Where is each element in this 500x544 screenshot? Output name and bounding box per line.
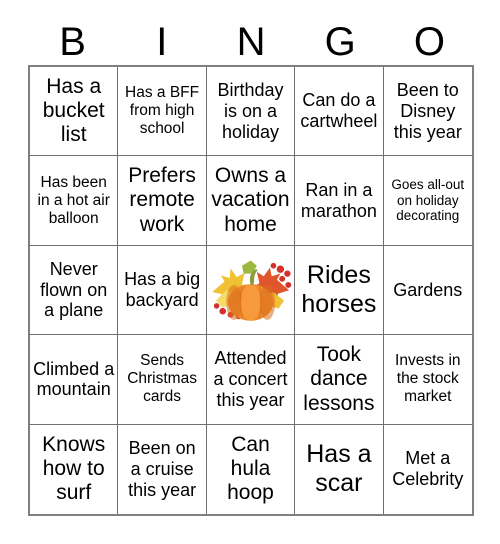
bingo-cell[interactable]: Sends Christmas cards	[118, 335, 207, 425]
bingo-cell-label: Owns a vacation home	[211, 164, 290, 236]
bingo-cell[interactable]: Owns a vacation home	[206, 156, 296, 246]
bingo-cell[interactable]: Can hula hoop	[206, 424, 296, 514]
bingo-cell[interactable]: Has a BFF from high school	[118, 67, 207, 157]
bingo-card: B I N G O Has a bucket list Has a BFF fro…	[0, 0, 500, 544]
autumn-pumpkin-icon	[212, 260, 292, 321]
bingo-cell[interactable]: Birthday is on a holiday	[206, 67, 296, 157]
bingo-cell-label: Goes all-out on holiday decorating	[391, 177, 465, 224]
bingo-cell-label: Has a bucket list	[42, 74, 105, 147]
header-letter-g: G	[324, 19, 356, 64]
header-letter-i: I	[156, 19, 168, 64]
bingo-cell[interactable]: Took dance lessons	[295, 335, 384, 425]
bingo-cell-label: Knows how to surf	[42, 432, 106, 505]
bingo-cell-label: Has a big backyard	[124, 269, 201, 310]
bingo-cell-label: Met a Celebrity	[392, 448, 464, 490]
bingo-cell[interactable]: Goes all-out on holiday decorating	[383, 156, 472, 246]
bingo-cell[interactable]: Has a bucket list	[30, 67, 119, 157]
bingo-cell[interactable]: Rides horses	[295, 245, 384, 336]
bingo-cell[interactable]: Can do a cartwheel	[295, 67, 384, 157]
bingo-cell[interactable]: Been on a cruise this year	[118, 424, 207, 514]
bingo-cell-label: Has been in a hot air balloon	[37, 173, 110, 227]
bingo-cell-label: Been to Disney this year	[393, 79, 462, 142]
bingo-cell-label: Never flown on a plane	[40, 258, 108, 321]
header-letter-o: O	[413, 19, 445, 64]
bingo-cell-label: Climbed a mountain	[33, 358, 115, 400]
bingo-header: B I N G O	[28, 18, 474, 65]
bingo-cell[interactable]: Has been in a hot air balloon	[30, 156, 119, 246]
bingo-cell-label: Birthday is on a holiday	[217, 79, 284, 142]
header-letter-b: B	[59, 19, 86, 64]
bingo-cell-label: Has a scar	[306, 440, 372, 498]
bingo-cell[interactable]: Been to Disney this year	[383, 67, 472, 157]
bingo-cell[interactable]: Climbed a mountain	[30, 335, 119, 425]
bingo-cell[interactable]: Ran in a marathon	[295, 156, 384, 246]
bingo-cell-label: Took dance lessons	[303, 342, 375, 415]
bingo-cell-label: Been on a cruise this year	[128, 437, 197, 500]
bingo-cell[interactable]: Attended a concert this year	[206, 335, 296, 425]
bingo-cell[interactable]: Never flown on a plane	[30, 245, 119, 336]
bingo-cell-label: Can hula hoop	[227, 432, 274, 505]
bingo-cell-label: Rides horses	[301, 260, 377, 318]
bingo-cell[interactable]: Gardens	[383, 245, 472, 336]
bingo-cell-label: Can do a cartwheel	[300, 90, 378, 132]
bingo-cell-label: Ran in a marathon	[300, 179, 377, 221]
bingo-cell-label: Invests in the stock market	[395, 352, 461, 406]
bingo-cell[interactable]: Has a big backyard	[118, 245, 207, 336]
bingo-cell-label: Gardens	[393, 279, 463, 300]
bingo-cell-label: Attended a concert this year	[213, 348, 288, 410]
bingo-cell-label: Prefers remote work	[128, 164, 196, 236]
bingo-cell[interactable]: Prefers remote work	[118, 156, 207, 246]
bingo-cell-label: Has a BFF from high school	[125, 84, 200, 138]
bingo-cell[interactable]: Has a scar	[295, 424, 384, 514]
bingo-cell[interactable]: Met a Celebrity	[383, 424, 472, 514]
header-letter-n: N	[236, 19, 266, 64]
bingo-cell[interactable]: Knows how to surf	[30, 424, 119, 514]
bingo-grid: Has a bucket list Has a BFF from high sch…	[28, 65, 474, 516]
bingo-free-space[interactable]	[206, 245, 296, 336]
bingo-cell-label: Sends Christmas cards	[127, 352, 197, 406]
bingo-cell[interactable]: Invests in the stock market	[383, 335, 472, 425]
